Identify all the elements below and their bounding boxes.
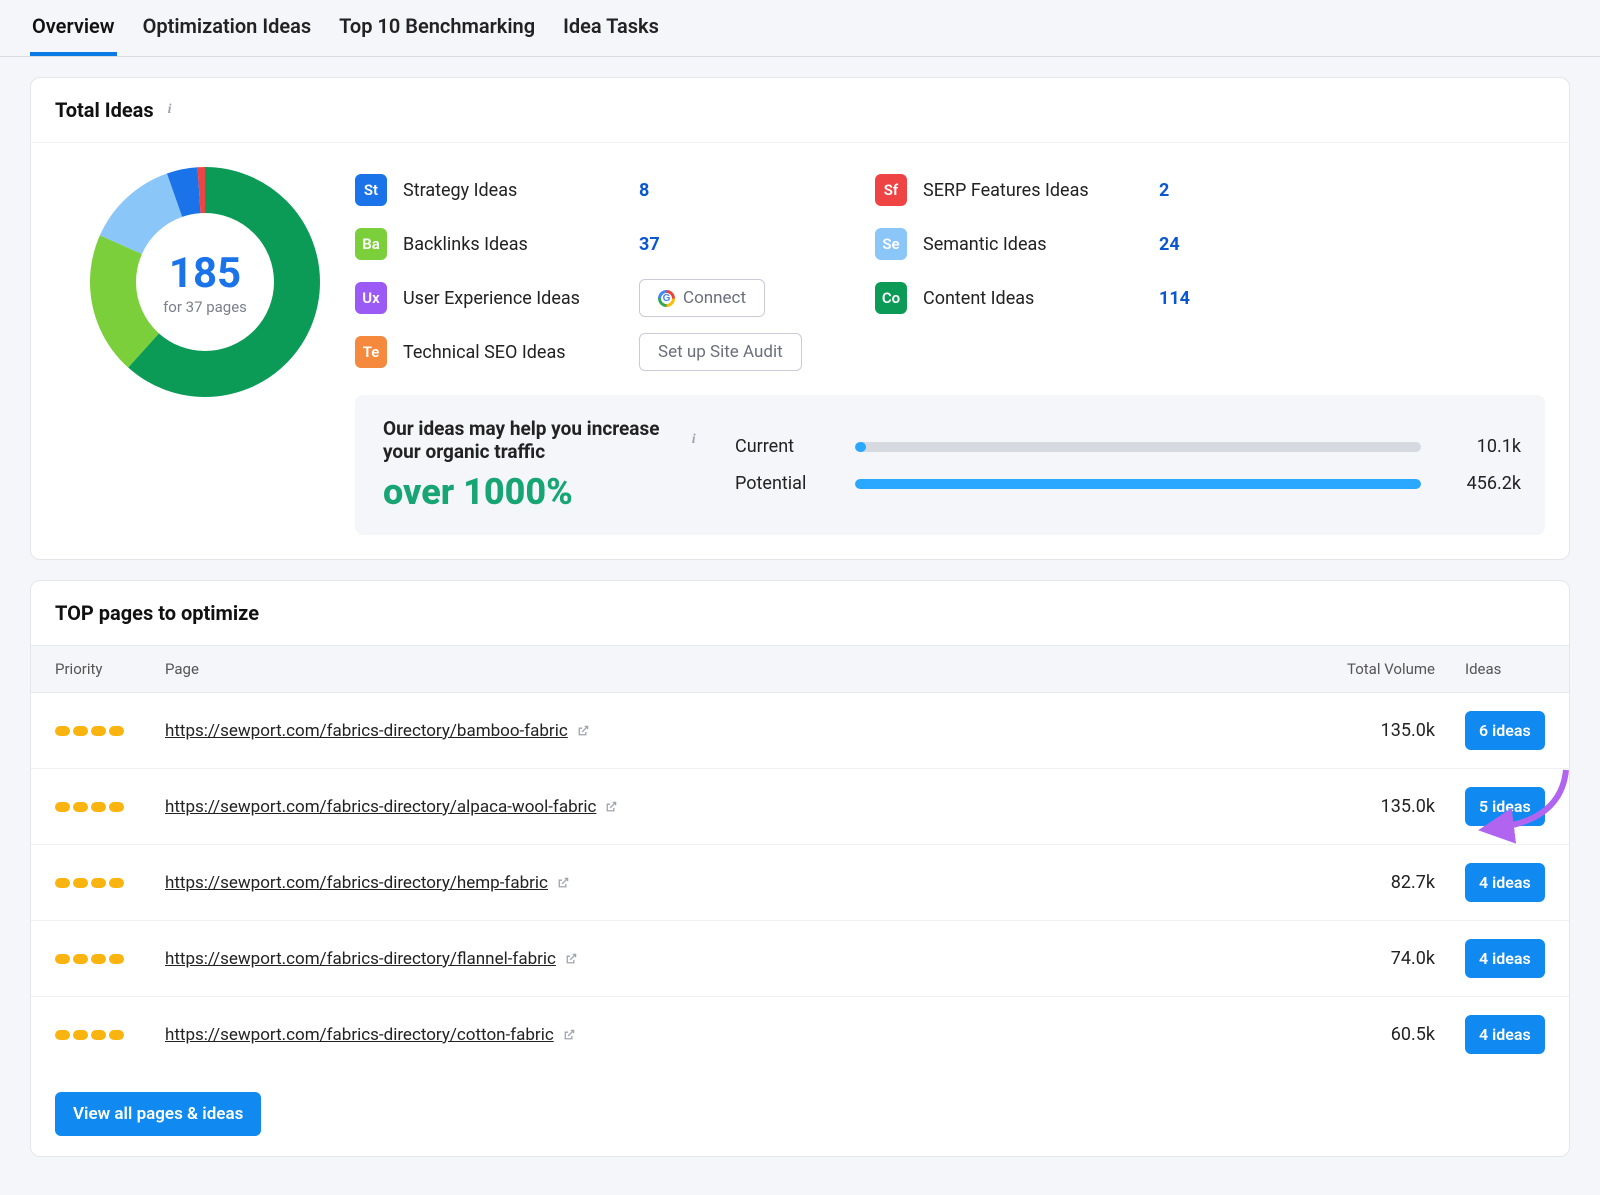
category-value: 37 — [639, 234, 699, 255]
bar-current: Current 10.1k — [735, 436, 1521, 457]
donut-chart: 185 for 37 pages — [55, 163, 355, 535]
tab-overview[interactable]: Overview — [30, 0, 117, 56]
idea-categories: St Strategy Ideas 8 Ba Backlinks Ideas 37 Ux Us… — [355, 163, 1545, 379]
category-technical-seo-ideas[interactable]: Te Technical SEO Ideas Set up Site Audit — [355, 325, 875, 379]
category-chip: Se — [875, 228, 907, 260]
category-chip: St — [355, 174, 387, 206]
external-link-icon — [604, 800, 618, 814]
th-ideas: Ideas — [1435, 660, 1545, 678]
category-value: 2 — [1159, 180, 1219, 201]
page-link[interactable]: https://sewport.com/fabrics-directory/he… — [165, 873, 570, 893]
ideas-button[interactable]: 4 ideas — [1465, 863, 1545, 902]
top-pages-card: TOP pages to optimize Priority Page Tota… — [30, 580, 1570, 1157]
priority-indicator — [55, 802, 165, 812]
page-link[interactable]: https://sewport.com/fabrics-directory/al… — [165, 797, 618, 817]
banner-big: over 1000% — [383, 471, 699, 513]
category-value: 114 — [1159, 288, 1219, 309]
external-link-icon — [564, 952, 578, 966]
category-backlinks-ideas[interactable]: Ba Backlinks Ideas 37 — [355, 217, 875, 271]
page-link[interactable]: https://sewport.com/fabrics-directory/fl… — [165, 949, 578, 969]
priority-cell — [55, 878, 165, 888]
category-label: Content Ideas — [923, 288, 1143, 309]
table-row: https://sewport.com/fabrics-directory/al… — [31, 769, 1569, 845]
table-row: https://sewport.com/fabrics-directory/ba… — [31, 693, 1569, 769]
total-count: 185 — [169, 249, 241, 298]
setup-site-audit-button[interactable]: Set up Site Audit — [639, 333, 802, 371]
category-chip: Ba — [355, 228, 387, 260]
priority-indicator — [55, 954, 165, 964]
total-ideas-card: Total Ideas i 185 for 37 pages St Strateg… — [30, 77, 1570, 560]
tab-idea-tasks[interactable]: Idea Tasks — [561, 0, 661, 56]
page-link[interactable]: https://sewport.com/fabrics-directory/co… — [165, 1025, 576, 1045]
bar-track — [855, 479, 1421, 489]
page-link[interactable]: https://sewport.com/fabrics-directory/ba… — [165, 721, 590, 741]
banner-title: Our ideas may help you increase your org… — [383, 417, 680, 463]
info-icon[interactable]: i — [688, 432, 699, 448]
volume-cell: 135.0k — [1285, 720, 1435, 741]
table-row: https://sewport.com/fabrics-directory/co… — [31, 997, 1569, 1072]
table-row: https://sewport.com/fabrics-directory/he… — [31, 845, 1569, 921]
bar-label: Current — [735, 436, 835, 457]
category-serp-features-ideas[interactable]: Sf SERP Features Ideas 2 — [875, 163, 1545, 217]
category-chip: Ux — [355, 282, 387, 314]
category-user-experience-ideas[interactable]: Ux User Experience Ideas Connect — [355, 271, 875, 325]
category-chip: Co — [875, 282, 907, 314]
ideas-button[interactable]: 6 ideas — [1465, 711, 1545, 750]
ideas-button[interactable]: 5 ideas — [1465, 787, 1545, 826]
category-value: 8 — [639, 180, 699, 201]
total-ideas-title: Total Ideas — [55, 98, 154, 122]
volume-cell: 82.7k — [1285, 872, 1435, 893]
external-link-icon — [576, 724, 590, 738]
bar-track — [855, 442, 1421, 452]
google-icon — [658, 290, 675, 307]
info-icon[interactable]: i — [162, 102, 178, 118]
ideas-button[interactable]: 4 ideas — [1465, 1015, 1545, 1054]
connect-button[interactable]: Connect — [639, 279, 765, 317]
table-row: https://sewport.com/fabrics-directory/fl… — [31, 921, 1569, 997]
th-priority: Priority — [55, 660, 165, 678]
table-header-row: Priority Page Total Volume Ideas — [31, 645, 1569, 693]
volume-cell: 135.0k — [1285, 796, 1435, 817]
volume-cell: 74.0k — [1285, 948, 1435, 969]
tab-optimization-ideas[interactable]: Optimization Ideas — [141, 0, 314, 56]
bar-value: 10.1k — [1441, 436, 1521, 457]
category-value: 24 — [1159, 234, 1219, 255]
category-label: Backlinks Ideas — [403, 234, 623, 255]
priority-cell — [55, 802, 165, 812]
category-label: Strategy Ideas — [403, 180, 623, 201]
tabs: Overview Optimization Ideas Top 10 Benchma… — [0, 0, 1600, 57]
th-page: Page — [165, 660, 1285, 678]
bar-potential: Potential 456.2k — [735, 473, 1521, 494]
category-semantic-ideas[interactable]: Se Semantic Ideas 24 — [875, 217, 1545, 271]
priority-cell — [55, 954, 165, 964]
category-chip: Te — [355, 336, 387, 368]
category-label: Technical SEO Ideas — [403, 342, 623, 363]
category-chip: Sf — [875, 174, 907, 206]
total-sub: for 37 pages — [163, 298, 247, 316]
category-strategy-ideas[interactable]: St Strategy Ideas 8 — [355, 163, 875, 217]
priority-cell — [55, 726, 165, 736]
priority-cell — [55, 1030, 165, 1040]
category-content-ideas[interactable]: Co Content Ideas 114 — [875, 271, 1545, 325]
external-link-icon — [556, 876, 570, 890]
top-pages-title: TOP pages to optimize — [55, 601, 259, 625]
traffic-banner: Our ideas may help you increase your org… — [355, 395, 1545, 535]
ideas-button[interactable]: 4 ideas — [1465, 939, 1545, 978]
tab-top-10-benchmarking[interactable]: Top 10 Benchmarking — [337, 0, 537, 56]
category-label: Semantic Ideas — [923, 234, 1143, 255]
volume-cell: 60.5k — [1285, 1024, 1435, 1045]
view-all-button[interactable]: View all pages & ideas — [55, 1092, 261, 1136]
bar-value: 456.2k — [1441, 473, 1521, 494]
th-volume: Total Volume — [1285, 660, 1435, 678]
priority-indicator — [55, 1030, 165, 1040]
external-link-icon — [562, 1028, 576, 1042]
bar-label: Potential — [735, 473, 835, 494]
priority-indicator — [55, 726, 165, 736]
priority-indicator — [55, 878, 165, 888]
category-label: SERP Features Ideas — [923, 180, 1143, 201]
category-label: User Experience Ideas — [403, 288, 623, 309]
